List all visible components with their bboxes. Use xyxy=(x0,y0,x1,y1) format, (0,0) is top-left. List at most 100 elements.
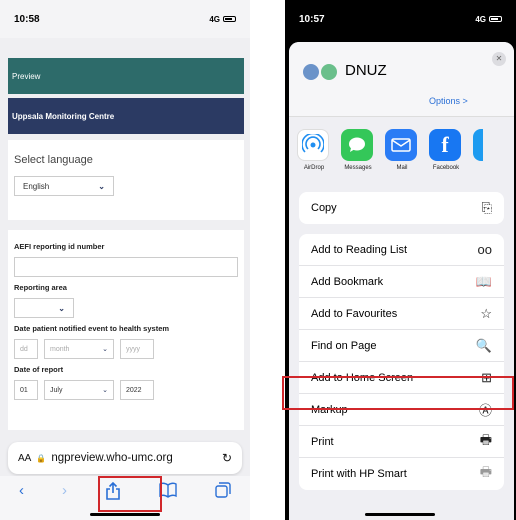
copy-icon: ⎘ xyxy=(481,200,492,215)
app-airdrop[interactable]: AirDrop xyxy=(297,129,331,188)
glasses-icon: oo xyxy=(477,242,492,257)
app-name: Mail xyxy=(396,165,408,171)
status-time: 10:58 xyxy=(14,13,40,25)
signal-indicator: 4G xyxy=(475,15,502,24)
lock-icon: 🔒 xyxy=(36,453,47,463)
tabs-icon[interactable] xyxy=(215,482,231,502)
notified-day-input[interactable]: dd xyxy=(14,339,38,359)
battery-icon xyxy=(223,16,236,23)
action-reading-list[interactable]: Add to Reading List oo xyxy=(299,234,504,266)
app-mail[interactable]: Mail xyxy=(385,129,419,188)
site-icon-dot xyxy=(321,64,337,80)
app-name: Messages xyxy=(344,165,372,171)
reader-options-button[interactable]: AA xyxy=(18,453,31,464)
notified-day-placeholder: dd xyxy=(20,345,28,353)
action-label: Find on Page xyxy=(311,339,377,352)
forward-icon[interactable]: › xyxy=(62,482,67,499)
mail-icon xyxy=(385,129,417,161)
app-name: Facebook xyxy=(432,165,460,171)
network-label: 4G xyxy=(475,14,486,24)
action-label: Print with HP Smart xyxy=(311,468,407,480)
action-label: Add to Favourites xyxy=(311,307,398,320)
find-icon: 🔍 xyxy=(475,337,492,353)
battery-icon xyxy=(489,16,502,23)
action-print-hp-smart[interactable]: Print with HP Smart 🖶 xyxy=(299,458,504,490)
report-day-input[interactable]: 01 xyxy=(14,380,38,400)
action-add-bookmark[interactable]: Add Bookmark 📖 xyxy=(299,266,504,298)
right-phone-screenshot: 10:57 4G DNUZ Options > ✕ AirDrop Messag… xyxy=(285,0,516,520)
left-phone-screenshot: 10:58 4G Preview Uppsala Monitoring Cent… xyxy=(0,0,250,520)
messages-icon xyxy=(341,129,373,161)
notified-month-select[interactable]: month ⌄ xyxy=(44,339,114,359)
date-notified-label: Date patient notified event to health sy… xyxy=(14,324,170,333)
select-language-label: Select language xyxy=(14,154,93,166)
airdrop-icon xyxy=(297,129,329,161)
add-to-home-highlight xyxy=(282,376,514,410)
action-label: Add Bookmark xyxy=(311,275,384,288)
web-page-content: Preview Uppsala Monitoring Centre Select… xyxy=(8,38,244,430)
aefi-label: AEFI reporting id number xyxy=(14,242,105,251)
chevron-down-icon: ⌄ xyxy=(102,346,108,353)
notified-month-placeholder: month xyxy=(50,345,70,353)
home-indicator xyxy=(90,513,160,516)
facebook-icon: f xyxy=(429,129,461,161)
language-value: English xyxy=(23,181,50,191)
action-label: Print xyxy=(311,435,334,448)
status-bar: 10:58 4G xyxy=(0,0,250,38)
network-label: 4G xyxy=(209,14,220,24)
address-bar[interactable]: AA 🔒 ngpreview.who-umc.org ↻ xyxy=(8,442,242,474)
date-of-report-label: Date of report xyxy=(14,365,64,374)
chevron-down-icon: ⌄ xyxy=(102,387,108,394)
org-header: Uppsala Monitoring Centre xyxy=(8,98,244,134)
hp-print-icon: 🖶 xyxy=(479,464,492,479)
printer-icon: 🖶 xyxy=(479,431,492,447)
app-row: AirDrop Messages Mail f Facebook xyxy=(289,116,514,188)
action-add-favourites[interactable]: Add to Favourites ☆ xyxy=(299,298,504,330)
book-icon: 📖 xyxy=(475,273,492,289)
reload-icon[interactable]: ↻ xyxy=(222,451,232,465)
actions-group: Add to Reading List oo Add Bookmark 📖 Add … xyxy=(299,234,504,490)
notified-year-input[interactable]: yyyy xyxy=(120,339,154,359)
back-icon[interactable]: ‹ xyxy=(19,482,24,499)
report-form-card: AEFI reporting id number Reporting area … xyxy=(8,230,244,430)
app-partial[interactable] xyxy=(473,129,483,188)
chevron-down-icon: ⌄ xyxy=(58,303,65,313)
report-month-select[interactable]: July ⌄ xyxy=(44,380,114,400)
report-day-value: 01 xyxy=(20,386,28,394)
options-link[interactable]: Options > xyxy=(429,96,468,106)
preview-banner: Preview xyxy=(8,58,244,94)
action-copy[interactable]: Copy ⎘ xyxy=(299,192,504,224)
chevron-down-icon: ⌄ xyxy=(98,181,105,191)
reporting-area-select[interactable]: ⌄ xyxy=(14,298,74,318)
share-button-highlight xyxy=(98,476,162,512)
url-text: ngpreview.who-umc.org xyxy=(51,452,173,464)
action-print[interactable]: Print 🖶 xyxy=(299,426,504,458)
site-icon xyxy=(303,64,337,80)
star-icon: ☆ xyxy=(480,305,492,321)
share-sheet: DNUZ Options > ✕ AirDrop Messages Mail f… xyxy=(289,42,514,520)
app-name: AirDrop xyxy=(303,165,325,171)
action-label: Add to Reading List xyxy=(311,243,408,256)
app-messages[interactable]: Messages xyxy=(341,129,375,188)
partial-app-icon xyxy=(473,129,483,161)
reporting-area-label: Reporting area xyxy=(14,283,67,292)
action-label: Copy xyxy=(311,202,337,214)
signal-indicator: 4G xyxy=(209,15,236,24)
close-icon[interactable]: ✕ xyxy=(492,52,506,66)
home-indicator xyxy=(365,513,435,516)
notified-year-placeholder: yyyy xyxy=(126,345,140,353)
report-month-value: July xyxy=(50,386,63,394)
status-bar: 10:57 4G xyxy=(285,0,516,38)
site-icon-dot xyxy=(303,64,319,80)
app-facebook[interactable]: f Facebook xyxy=(429,129,463,188)
share-title: DNUZ xyxy=(345,62,387,79)
language-card: Select language English ⌄ xyxy=(8,140,244,220)
status-time: 10:57 xyxy=(299,13,325,25)
share-sheet-header: DNUZ Options > ✕ xyxy=(289,42,514,116)
action-find-on-page[interactable]: Find on Page 🔍 xyxy=(299,330,504,362)
report-year-input[interactable]: 2022 xyxy=(120,380,154,400)
aefi-id-input[interactable] xyxy=(14,257,238,277)
report-year-value: 2022 xyxy=(126,386,142,394)
copy-group: Copy ⎘ xyxy=(299,192,504,224)
language-select[interactable]: English ⌄ xyxy=(14,176,114,196)
